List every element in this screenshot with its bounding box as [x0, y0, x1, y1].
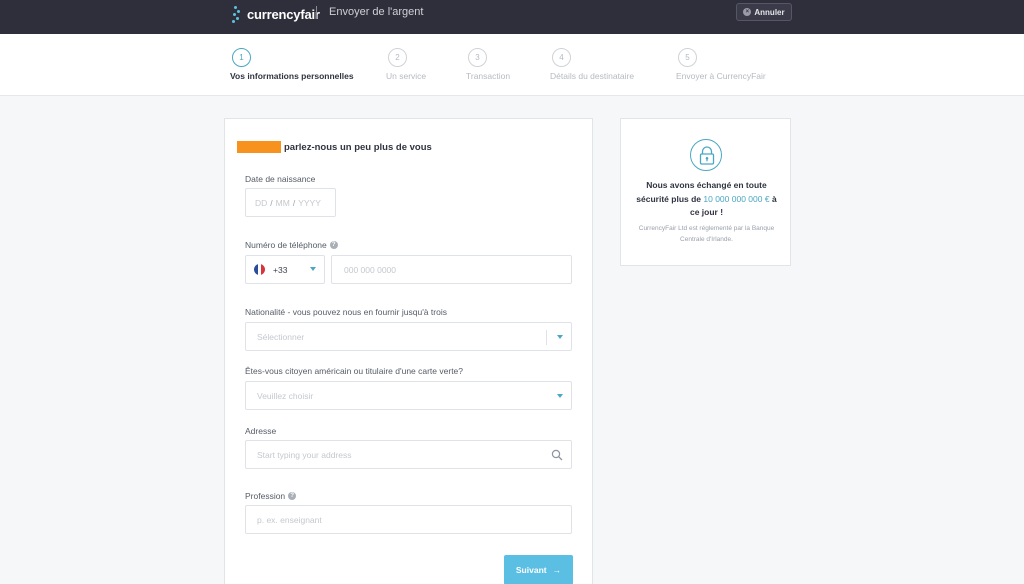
chevron-down-icon — [310, 267, 316, 271]
profession-label-text: Profession — [245, 491, 286, 501]
us-citizen-label: Êtes-vous citoyen américain ou titulaire… — [245, 366, 463, 376]
info-title: Nous avons échangé en toute sécurité plu… — [635, 179, 778, 220]
security-info-card: Nous avons échangé en toute sécurité plu… — [620, 118, 791, 266]
chevron-down-icon — [557, 394, 563, 398]
top-bar: currencyfair Envoyer de l'argent × Annul… — [0, 0, 1024, 34]
brand-logo[interactable]: currencyfair — [230, 4, 320, 24]
dob-day-placeholder[interactable]: DD — [255, 198, 267, 208]
step-number: 2 — [388, 48, 407, 67]
form-heading-text: parlez-nous un peu plus de vous — [284, 141, 432, 153]
step-personal-info[interactable]: 1 Vos informations personnelles — [230, 48, 354, 81]
profession-label: Profession ? — [245, 491, 297, 501]
dob-label-text: Date de naissance — [245, 174, 316, 184]
lock-icon — [690, 139, 722, 171]
step-number: 4 — [552, 48, 571, 67]
brand-name: currencyfair — [247, 6, 320, 22]
header-divider — [316, 6, 317, 19]
step-label: Transaction — [466, 71, 511, 81]
address-label-text: Adresse — [245, 426, 277, 436]
dob-month-placeholder[interactable]: MM — [276, 198, 290, 208]
form-heading: parlez-nous un peu plus de vous — [237, 141, 432, 153]
step-label: Vos informations personnelles — [230, 71, 354, 81]
step-recipient-details[interactable]: 4 Détails du destinataire — [550, 48, 634, 81]
step-number: 5 — [678, 48, 697, 67]
profession-input[interactable]: p. ex. enseignant — [245, 505, 572, 534]
address-label: Adresse — [245, 426, 276, 436]
close-icon: × — [743, 8, 752, 16]
us-citizen-select[interactable]: Veuillez choisir — [245, 381, 572, 410]
step-number: 1 — [232, 48, 251, 67]
us-citizen-label-text: Êtes-vous citoyen américain ou titulaire… — [245, 366, 464, 376]
us-citizen-placeholder: Veuillez choisir — [257, 390, 314, 401]
name-redaction — [237, 141, 281, 153]
step-send-to-currencyfair[interactable]: 5 Envoyer à CurrencyFair — [676, 48, 766, 81]
address-input[interactable]: Start typing your address — [245, 440, 572, 469]
step-service[interactable]: 2 Un service — [386, 48, 426, 81]
step-transaction[interactable]: 3 Transaction — [466, 48, 510, 81]
profession-placeholder: p. ex. enseignant — [257, 514, 322, 525]
currencyfair-logo-icon — [230, 4, 244, 24]
step-number: 3 — [468, 48, 487, 67]
info-amount: 10 000 000 000 € — [703, 193, 770, 204]
dob-separator: / — [292, 197, 296, 208]
next-button[interactable]: Suivant → — [504, 555, 573, 584]
dob-year-placeholder[interactable]: YYYY — [298, 198, 321, 208]
nationality-select[interactable]: Sélectionner — [245, 322, 572, 351]
address-placeholder: Start typing your address — [257, 449, 352, 460]
phone-input[interactable]: 000 000 0000 — [331, 255, 572, 284]
next-button-label: Suivant — [515, 565, 547, 575]
nationality-label-text: Nationalité - vous pouvez nous en fourni… — [245, 307, 447, 317]
step-label: Détails du destinataire — [550, 71, 635, 81]
nationality-placeholder: Sélectionner — [257, 331, 305, 342]
step-label: Envoyer à CurrencyFair — [676, 71, 766, 81]
help-icon[interactable]: ? — [329, 241, 338, 249]
nationality-label: Nationalité - vous pouvez nous en fourni… — [245, 307, 447, 317]
personal-info-form: parlez-nous un peu plus de vous Date de … — [224, 118, 593, 584]
dob-separator: / — [270, 197, 273, 208]
cancel-button-label: Annuler — [754, 7, 785, 17]
dob-label: Date de naissance — [245, 174, 315, 184]
select-divider — [546, 330, 547, 345]
regulation-note: CurrencyFair Ltd est réglementé par la B… — [638, 225, 775, 243]
france-flag-icon — [254, 264, 265, 275]
progress-steps: 1 Vos informations personnelles 2 Un ser… — [0, 34, 1024, 96]
header-subtitle: Envoyer de l'argent — [329, 6, 424, 18]
search-icon — [551, 449, 563, 461]
step-label: Un service — [386, 71, 427, 81]
phone-placeholder: 000 000 0000 — [344, 264, 396, 275]
help-icon[interactable]: ? — [288, 492, 297, 500]
country-code-select[interactable]: +33 — [245, 255, 325, 284]
dob-field[interactable]: DD / MM / YYYY — [245, 188, 336, 217]
cancel-button[interactable]: × Annuler — [736, 3, 792, 21]
chevron-down-icon — [557, 335, 563, 339]
country-code-value: +33 — [273, 264, 288, 275]
phone-label: Numéro de téléphone ? — [245, 240, 338, 250]
arrow-right-icon: → — [552, 565, 562, 575]
phone-label-text: Numéro de téléphone — [245, 240, 327, 250]
